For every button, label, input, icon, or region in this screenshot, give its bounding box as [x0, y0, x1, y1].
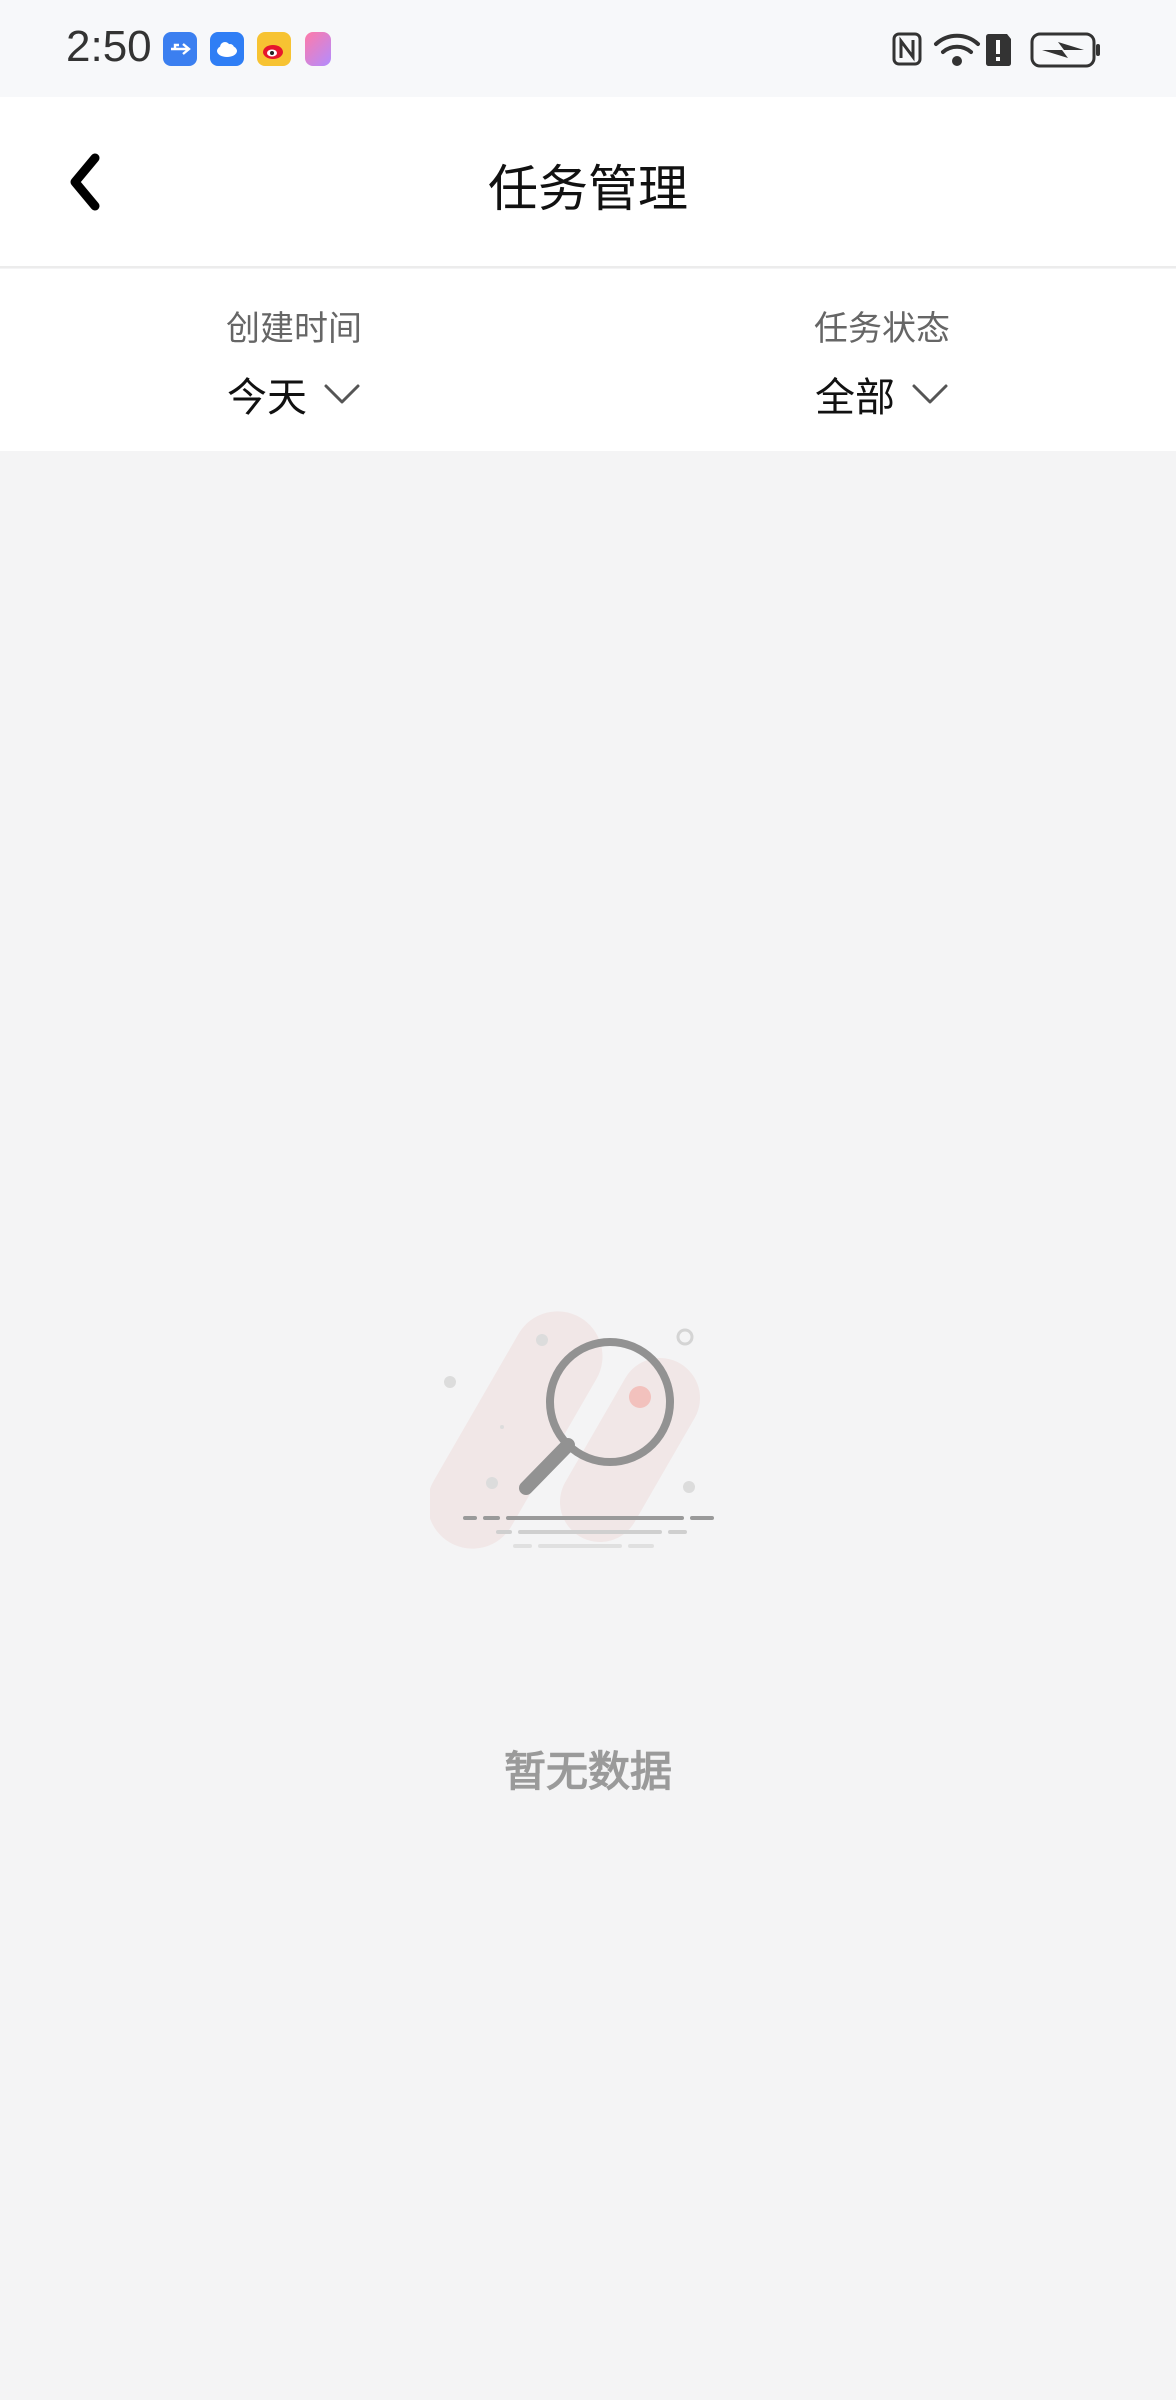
created-time-dropdown[interactable]: 今天 — [0, 365, 588, 423]
filter-bar: 创建时间 今天 任务状态 全部 — [0, 269, 1176, 451]
created-time-value: 今天 — [227, 375, 307, 421]
task-status-dropdown[interactable]: 全部 — [588, 365, 1176, 423]
status-bar: 2:50 — [0, 0, 1176, 97]
chevron-down-icon — [912, 384, 948, 404]
task-status-label: 任务状态 — [814, 309, 950, 349]
usb-icon — [163, 32, 197, 66]
nfc-icon — [892, 32, 922, 66]
battery-charging-icon — [1030, 32, 1100, 68]
created-time-filter[interactable]: 创建时间 今天 — [0, 269, 588, 451]
chevron-down-icon — [324, 384, 360, 404]
weibo-icon — [257, 32, 291, 66]
task-status-value: 全部 — [815, 375, 895, 421]
alert-icon — [986, 34, 1011, 66]
status-right-icons — [892, 32, 1100, 68]
status-time: 2:50 — [66, 22, 152, 71]
task-status-filter[interactable]: 任务状态 全部 — [588, 269, 1176, 451]
page-title: 任务管理 — [488, 160, 688, 218]
app-icon — [305, 32, 331, 66]
cloud-icon — [210, 32, 244, 66]
wifi-icon — [934, 33, 980, 66]
empty-state-text: 暂无数据 — [503, 1747, 672, 1796]
header-bar: 任务管理 — [0, 97, 1176, 268]
magnifier-empty-illustration — [430, 1311, 714, 1549]
created-time-label: 创建时间 — [226, 309, 362, 349]
